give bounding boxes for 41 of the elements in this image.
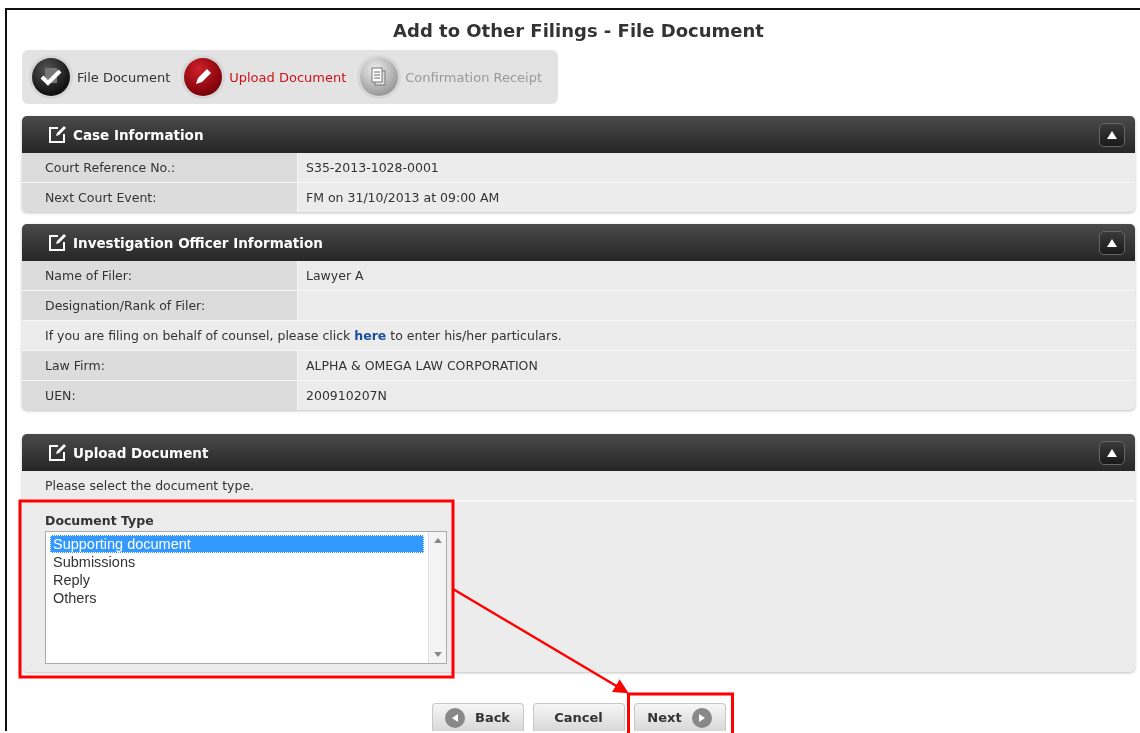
collapse-button[interactable]: [1099, 230, 1125, 255]
step-label: Confirmation Receipt: [405, 69, 543, 85]
scroll-up-icon[interactable]: [433, 538, 442, 543]
field-value: FM on 31/10/2013 at 09:00 AM: [306, 190, 500, 205]
scroll-down-icon[interactable]: [433, 652, 442, 657]
pencil-icon: [184, 58, 223, 96]
document-type-listbox[interactable]: Supporting document Submissions Reply Others: [45, 531, 447, 664]
panel-title: Case Information: [73, 126, 205, 143]
list-option[interactable]: Reply: [50, 571, 424, 589]
step-label: File Document: [77, 69, 171, 85]
field-value: S35-2013-1028-0001: [306, 160, 439, 175]
panel-title: Upload Document: [73, 444, 210, 461]
collapse-button[interactable]: [1099, 122, 1125, 147]
field-value: Lawyer A: [306, 268, 364, 283]
edit-icon: [48, 125, 66, 144]
edit-icon: [48, 233, 66, 252]
list-option[interactable]: Others: [50, 589, 424, 607]
here-link[interactable]: here: [354, 328, 387, 343]
instruction-text: Please select the document type.: [45, 478, 255, 493]
triangle-up-icon: [1106, 129, 1118, 140]
nav-button[interactable]: Next: [633, 703, 726, 731]
check-icon: [32, 58, 70, 96]
field-label: Name of Filer:: [45, 268, 132, 283]
nav-button[interactable]: Cancel: [532, 703, 625, 731]
document-icon: [360, 58, 399, 96]
field-label: Next Court Event:: [45, 190, 157, 205]
field-label: UEN:: [45, 388, 76, 403]
panel-title: Investigation Officer Information: [73, 234, 324, 251]
field-label: Designation/Rank of Filer:: [45, 298, 206, 313]
edit-icon: [48, 443, 66, 462]
field-value: ALPHA & OMEGA LAW CORPORATION: [306, 358, 538, 373]
field-label: Court Reference No.:: [45, 160, 176, 175]
field-value: 200910207N: [306, 388, 387, 403]
document-type-label: Document Type: [45, 513, 154, 528]
step-label: Upload Document: [229, 69, 347, 85]
list-option[interactable]: Submissions: [50, 553, 424, 571]
instruction-text: If you are filing on behalf of counsel, please click here to enter his/her particulars.: [45, 328, 562, 343]
field-label: Law Firm:: [45, 358, 105, 373]
collapse-button[interactable]: [1099, 440, 1125, 465]
nav-button[interactable]: Back: [431, 703, 524, 731]
page-title: Add to Other Filings - File Document: [393, 19, 764, 41]
